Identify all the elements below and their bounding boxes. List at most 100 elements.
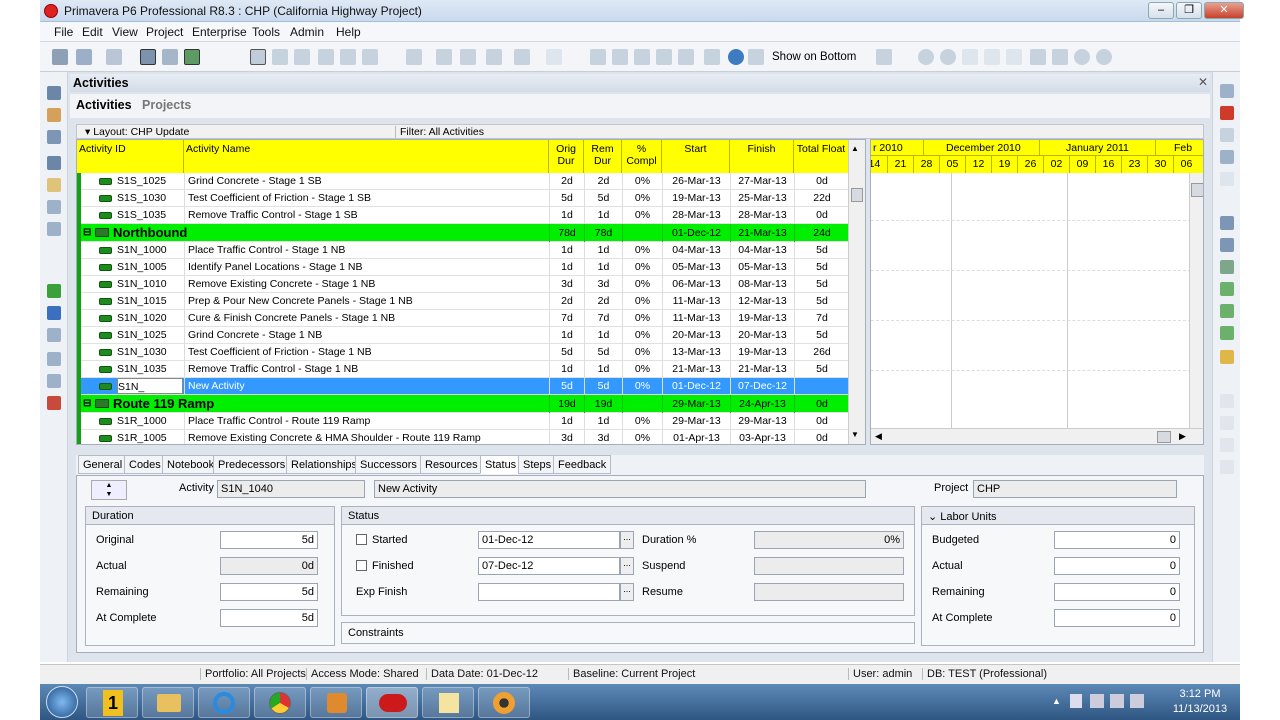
at-complete-duration-field[interactable]: 5d [220, 609, 318, 627]
gantt-vscroll-thumb[interactable] [1191, 183, 1203, 197]
assign-code-icon[interactable] [1220, 260, 1234, 274]
taskbar-notes[interactable] [422, 687, 474, 718]
gantt-hscroll[interactable]: ◀ ▶ [871, 428, 1203, 444]
assign-resource-icon[interactable] [1220, 216, 1234, 230]
col-pct[interactable]: % Compl [622, 140, 662, 173]
left-arrow-icon[interactable] [1220, 438, 1234, 452]
risks-icon[interactable] [47, 396, 61, 410]
table-row[interactable]: S1N_1015 Prep & Pour New Concrete Panels … [77, 293, 849, 310]
scissors-icon[interactable] [876, 49, 892, 65]
table-row[interactable]: S1R_1005 Remove Existing Concrete & HMA S… [77, 430, 849, 444]
constraints-group[interactable]: Constraints [341, 622, 915, 644]
record-navigator[interactable]: ▲ ▼ [91, 480, 127, 500]
profile-icon[interactable] [340, 49, 356, 65]
wps-icon[interactable] [47, 328, 61, 342]
tab-general[interactable]: General [78, 455, 128, 474]
menu-file[interactable]: File [54, 25, 73, 39]
taskbar-app-flower[interactable] [478, 687, 530, 718]
link-icon[interactable] [1006, 49, 1022, 65]
assign-pred-icon[interactable] [1220, 282, 1234, 296]
exp-finish-field[interactable] [478, 583, 620, 601]
group-icon[interactable] [406, 49, 422, 65]
gantt-scroll-thumb[interactable] [1157, 431, 1171, 443]
tab-successors[interactable]: Successors [355, 455, 422, 474]
paste-icon[interactable] [1220, 172, 1234, 186]
progress-icon[interactable] [656, 49, 672, 65]
resources-icon[interactable] [47, 178, 61, 192]
add-icon[interactable] [1220, 84, 1234, 98]
exp-finish-picker-button[interactable]: ... [620, 583, 634, 601]
started-checkbox[interactable] [356, 534, 367, 545]
table-row[interactable]: S1N_1010 Remove Existing Concrete - Stage… [77, 276, 849, 293]
network-tray-icon[interactable] [1090, 694, 1104, 708]
table-row[interactable]: S1S_1025 Grind Concrete - Stage 1 SB 2d 2d 0… [77, 173, 849, 190]
close-button[interactable]: ✕ [1204, 2, 1244, 19]
thresholds-icon[interactable] [47, 374, 61, 388]
layout-options[interactable]: ▾ Layout: CHP Update [85, 126, 189, 138]
table-row[interactable]: S1N_1020 Cure & Finish Concrete Panels - … [77, 310, 849, 327]
remaining-units-field[interactable]: 0 [1054, 583, 1180, 601]
help-icon[interactable] [1074, 49, 1090, 65]
original-duration-field[interactable]: 5d [220, 531, 318, 549]
right-arrow-icon[interactable] [1220, 460, 1234, 474]
trace-icon[interactable] [362, 49, 378, 65]
notes-icon[interactable] [1052, 49, 1068, 65]
taskbar-primavera[interactable] [366, 687, 418, 718]
layout-icon[interactable] [106, 49, 122, 65]
summarize-icon[interactable] [678, 49, 694, 65]
tab-relationships[interactable]: Relationships [286, 455, 363, 474]
print-preview-icon[interactable] [76, 49, 92, 65]
menu-view[interactable]: View [112, 25, 138, 39]
col-orig-dur[interactable]: Orig Dur [549, 140, 584, 173]
projects-icon[interactable] [47, 108, 61, 122]
collapse-icon[interactable]: ⊟ [83, 225, 91, 241]
table-row[interactable]: S1S_1035 Remove Traffic Control - Stage 1… [77, 207, 849, 224]
started-date-field[interactable]: 01-Dec-12 [478, 531, 620, 549]
menu-edit[interactable]: Edit [82, 25, 103, 39]
up-arrow-icon[interactable] [1220, 394, 1234, 408]
col-start[interactable]: Start [662, 140, 730, 173]
apply-actuals-icon[interactable] [704, 49, 720, 65]
schedule-icon[interactable] [590, 49, 606, 65]
col-activity-id[interactable]: Activity ID [77, 140, 184, 173]
question-icon[interactable] [1096, 49, 1112, 65]
battery-icon[interactable] [1130, 694, 1144, 708]
home-icon[interactable] [47, 86, 61, 100]
menu-project[interactable]: Project [146, 25, 183, 39]
view-icon[interactable] [514, 49, 530, 65]
find-icon[interactable] [962, 49, 978, 65]
table-row[interactable]: S1N_ New Activity 5d 5d 0% 01-Dec-12 07-Dec-12 [77, 378, 849, 395]
table-row[interactable]: S1N_1025 Grind Concrete - Stage 1 NB 1d 1d 0… [77, 327, 849, 344]
activities-icon[interactable] [47, 284, 61, 298]
delete-icon[interactable] [1220, 106, 1234, 120]
bottom-layout-icon[interactable] [748, 49, 764, 65]
maximize-button[interactable]: ❐ [1176, 2, 1202, 19]
scroll-right-icon[interactable]: ▶ [1179, 431, 1186, 442]
network-icon[interactable] [318, 49, 334, 65]
tab-status[interactable]: Status [480, 455, 522, 474]
tab-codes[interactable]: Codes [124, 455, 166, 474]
bars-icon[interactable] [140, 49, 156, 65]
globe-icon[interactable] [728, 49, 744, 65]
finished-checkbox[interactable] [356, 560, 367, 571]
scroll-left-icon[interactable]: ◀ [875, 431, 882, 442]
panel-close-icon[interactable]: ✕ [1198, 75, 1208, 89]
at-complete-units-field[interactable]: 0 [1054, 609, 1180, 627]
show-on-bottom-menu[interactable]: Show on Bottom [772, 51, 856, 63]
taskbar-app-one[interactable]: 1 [86, 687, 138, 718]
reports-icon[interactable] [47, 200, 61, 214]
assignments-icon[interactable] [47, 306, 61, 320]
store-period-icon[interactable] [634, 49, 650, 65]
taskbar-explorer[interactable] [142, 687, 194, 718]
col-activity-name[interactable]: Activity Name [184, 140, 549, 173]
eps-icon[interactable] [47, 130, 61, 144]
down-arrow-icon[interactable] [1220, 416, 1234, 430]
taskbar-ie[interactable] [198, 687, 250, 718]
tab-resources[interactable]: Resources [420, 455, 483, 474]
table-row[interactable]: S1N_1030 Test Coefficient of Friction - S… [77, 344, 849, 361]
tracking-icon[interactable] [47, 222, 61, 236]
activity-id-input[interactable]: S1N_ [117, 378, 183, 394]
actual-units-field[interactable]: 0 [1054, 557, 1180, 575]
cut-icon[interactable] [1220, 128, 1234, 142]
scroll-up-icon[interactable]: ▲ [851, 144, 859, 153]
